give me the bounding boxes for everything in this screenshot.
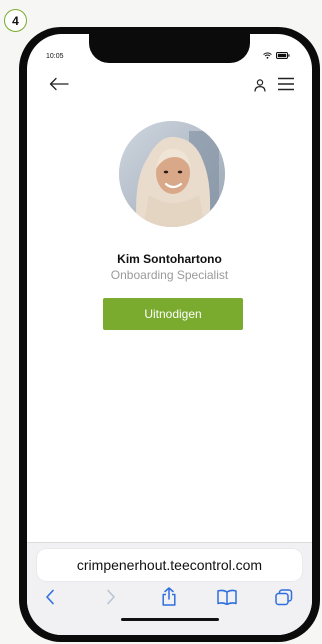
browser-nav-row [27,587,312,615]
profile-role: Onboarding Specialist [110,268,229,282]
status-icons [263,52,290,59]
avatar [119,121,225,227]
battery-icon [276,52,290,59]
url-text: crimpenerhout.teecontrol.com [76,557,263,573]
url-bar[interactable]: crimpenerhout.teecontrol.com [37,549,302,581]
chevron-left-icon[interactable] [45,589,55,605]
hamburger-menu-icon[interactable] [278,77,294,91]
user-icon[interactable] [254,79,266,92]
share-icon[interactable] [161,587,177,606]
home-indicator [121,618,219,621]
invite-button[interactable]: Uitnodigen [103,298,243,330]
profile-name: Kim Sontohartono [117,252,222,266]
phone-frame: 10:05 Kim Sontohartono Onboarding Specia… [19,27,320,642]
chevron-right-icon[interactable] [106,589,116,605]
back-arrow-icon[interactable] [49,77,69,91]
book-icon[interactable] [217,589,237,605]
wifi-icon [263,52,272,59]
step-badge: 4 [4,9,27,32]
browser-toolbar: crimpenerhout.teecontrol.com [27,542,312,635]
phone-notch [89,34,250,63]
tabs-icon[interactable] [275,589,293,606]
avatar-image [119,121,225,227]
phone-screen: 10:05 Kim Sontohartono Onboarding Specia… [27,34,312,635]
status-time: 10:05 [46,53,64,60]
